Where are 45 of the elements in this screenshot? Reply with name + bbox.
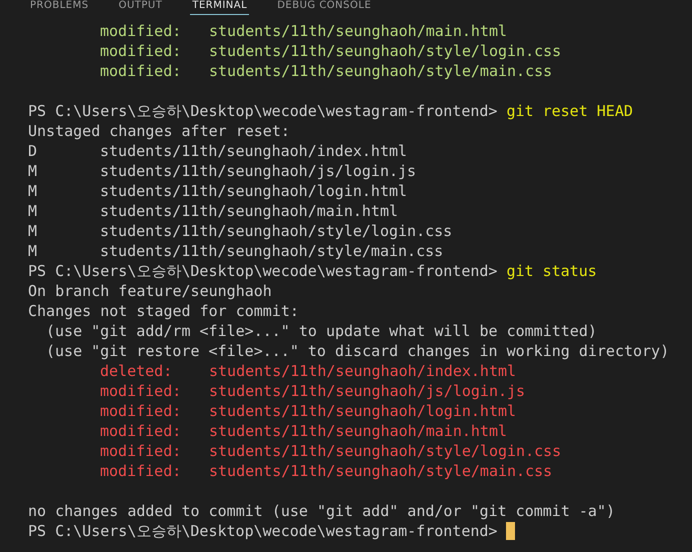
file-path: students/11th/seunghaoh/index.html (209, 361, 516, 381)
file-path: students/11th/seunghaoh/login.html (209, 401, 516, 421)
panel-tab[interactable]: DEBUG CONSOLE (275, 0, 374, 15)
file-status: M (28, 181, 38, 201)
hint-text: (use "git restore <file>..." to discard changes in working directory) (46, 341, 670, 361)
file-status: M (28, 221, 38, 241)
file-path: students/11th/seunghaoh/style/main.css (209, 461, 552, 481)
output-text: Unstaged changes after reset: (28, 121, 290, 141)
file-path: students/11th/seunghaoh/main.html (100, 201, 398, 221)
file-path: students/11th/seunghaoh/login.html (100, 181, 408, 201)
command-text: git status (506, 261, 597, 281)
file-status: modified: (100, 401, 182, 421)
file-status: M (28, 201, 38, 221)
panel-tab[interactable]: OUTPUT (116, 0, 164, 15)
file-status: D (28, 141, 38, 161)
output-text: no changes added to commit (use "git add" and/or "git commit -a") (28, 501, 615, 521)
shell-prompt: PS C:\Users\오승하\Desktop\wecode\westagram-frontend> (28, 261, 498, 281)
file-path: students/11th/seunghaoh/style/main.css (100, 241, 444, 261)
file-status: modified: (100, 441, 182, 461)
file-status: modified: (100, 381, 182, 401)
file-status: M (28, 161, 38, 181)
panel-tab[interactable]: PROBLEMS (28, 0, 91, 15)
file-path: students/11th/seunghaoh/js/login.js (209, 381, 526, 401)
file-path: students/11th/seunghaoh/main.html (209, 421, 508, 441)
shell-prompt: PS C:\Users\오승하\Desktop\wecode\westagram-frontend> (28, 101, 498, 121)
file-path: students/11th/seunghaoh/main.html (209, 21, 508, 41)
file-path: students/11th/seunghaoh/js/login.js (100, 161, 416, 181)
file-status: modified: (100, 41, 182, 61)
command-text: git reset HEAD (506, 101, 633, 121)
file-path: students/11th/seunghaoh/style/login.css (209, 41, 562, 61)
hint-text: (use "git add/rm <file>..." to update what will be committed) (46, 321, 597, 341)
output-text: On branch feature/seunghaoh (28, 281, 272, 301)
panel-tab[interactable]: TERMINAL (190, 0, 250, 15)
file-path: students/11th/seunghaoh/index.html (100, 141, 408, 161)
file-status: modified: (100, 61, 182, 81)
file-path: students/11th/seunghaoh/style/main.css (209, 61, 552, 81)
shell-prompt: PS C:\Users\오승하\Desktop\wecode\westagram-frontend> (28, 521, 498, 541)
file-status: modified: (100, 421, 182, 441)
file-path: students/11th/seunghaoh/style/login.css (100, 221, 452, 241)
file-status: modified: (100, 21, 182, 41)
file-path: students/11th/seunghaoh/style/login.css (209, 441, 562, 461)
file-status: M (28, 241, 38, 261)
file-status: modified: (100, 461, 182, 481)
file-status: deleted: (100, 361, 174, 381)
output-text: Changes not staged for commit: (28, 301, 299, 321)
